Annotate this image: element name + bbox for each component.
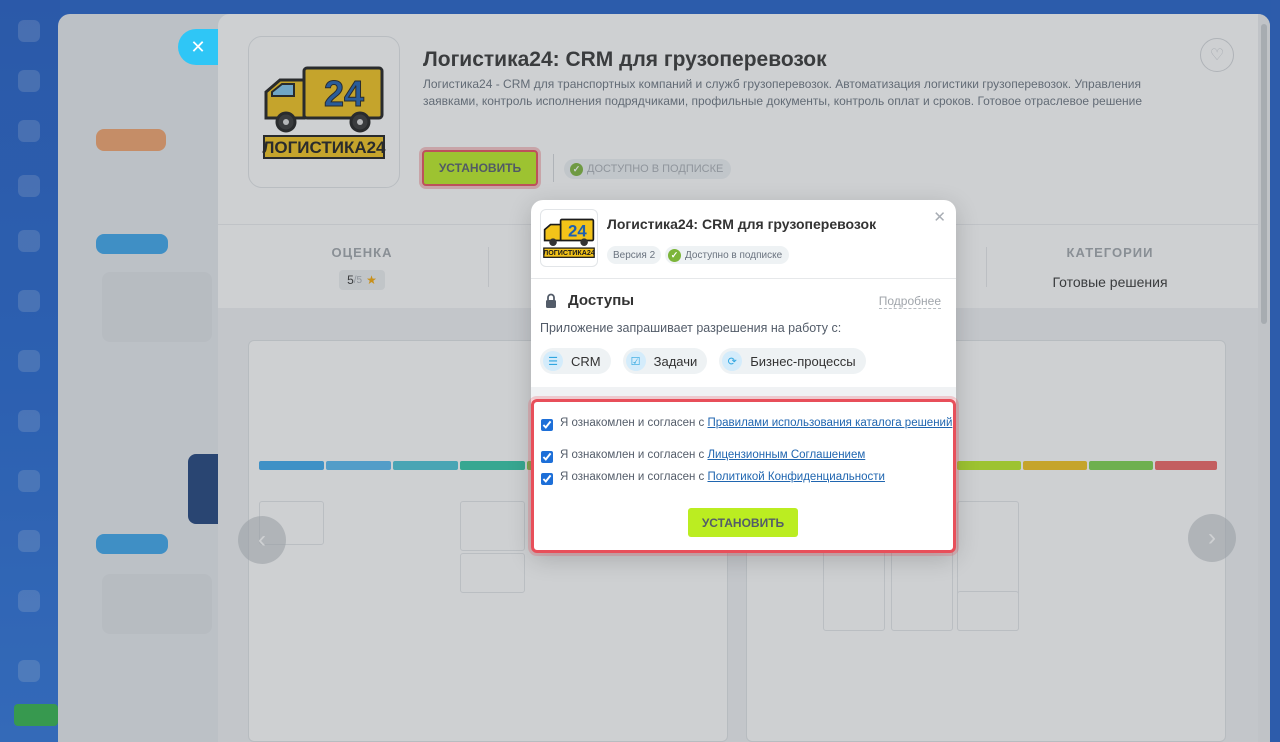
subscription-label: Доступно в подписке [685, 249, 783, 261]
install-button-top[interactable]: УСТАНОВИТЬ [422, 150, 538, 186]
menu-icon[interactable] [18, 470, 40, 492]
close-icon[interactable]: ✕ [933, 208, 946, 226]
menu-icon[interactable] [18, 590, 40, 612]
agreement-checkbox[interactable] [541, 451, 553, 463]
install-button[interactable]: УСТАНОВИТЬ [688, 508, 798, 537]
agreement-text: Я ознакомлен и согласен с Правилами испо… [560, 417, 953, 429]
tasks-check-icon: ☑ [625, 351, 646, 371]
agreement-checkbox[interactable] [541, 419, 553, 431]
menu-icon[interactable] [18, 70, 40, 92]
divider [488, 247, 489, 287]
menu-icon[interactable] [18, 290, 40, 312]
svg-text:ЛОГИСТИКА24: ЛОГИСТИКА24 [262, 138, 386, 157]
portal-left-menu [0, 0, 60, 742]
menu-icon[interactable] [18, 410, 40, 432]
agreements-section: Я ознакомлен и согласен с Правилами испо… [531, 399, 956, 553]
menu-icon[interactable] [18, 175, 40, 197]
license-agreement-link[interactable]: Лицензионным Соглашением [707, 449, 865, 461]
divider [986, 247, 987, 287]
star-icon: ★ [366, 273, 377, 287]
app-header-card: 24 ЛОГИСТИКА24 Логистика24: CRM для груз… [218, 14, 1258, 224]
gallery-next-icon[interactable]: › [1188, 514, 1236, 562]
rating-max: /5 [353, 274, 363, 286]
app-description: Логистика24 - CRM для транспортных компа… [423, 77, 1143, 108]
subscription-badge: ✓ ДОСТУПНО В ПОДПИСКЕ [564, 159, 732, 179]
catalog-rules-link[interactable]: Правилами использования каталога решений [707, 417, 952, 429]
scrollbar-thumb[interactable] [1261, 24, 1267, 324]
lock-icon [546, 293, 556, 308]
svg-text:ЛОГИСТИКА24: ЛОГИСТИКА24 [543, 249, 595, 257]
truck-logo-icon: 24 ЛОГИСТИКА24 [262, 66, 386, 159]
bizproc-cycle-icon: ⟳ [722, 351, 743, 371]
agreement-catalog-rules[interactable]: Я ознакомлен и согласен с Правилами испо… [541, 417, 953, 431]
svg-text:24: 24 [324, 73, 364, 114]
rating-badge: 5/5 ★ [339, 270, 385, 290]
agreement-text: Я ознакомлен и согласен с Политикой Конф… [560, 471, 885, 483]
market-background [58, 14, 238, 742]
status-widget[interactable] [14, 704, 58, 726]
scope-bizproc: ⟳ Бизнес-процессы [719, 348, 866, 374]
dialog-title: Логистика24: CRM для грузоперевозок [607, 216, 877, 232]
subscription-label: ДОСТУПНО В ПОДПИСКЕ [587, 163, 724, 175]
install-dialog: ✕ 24 ЛОГИСТИКА24 Логистика24: CRM для гр… [531, 200, 956, 553]
agreement-license[interactable]: Я ознакомлен и согласен с Лицензионным С… [541, 449, 866, 463]
gallery-prev-icon[interactable]: ‹ [238, 516, 286, 564]
more-link[interactable]: Подробнее [878, 294, 941, 309]
version-badge: Версия 2 [607, 246, 662, 264]
menu-icon[interactable] [18, 230, 40, 252]
crm-filter-icon: ☰ [543, 351, 563, 371]
subscription-badge: ✓ Доступно в подписке [665, 246, 790, 264]
categories-title: КАТЕГОРИИ [1066, 245, 1154, 260]
app-title: Логистика24: CRM для грузоперевозок [423, 48, 827, 71]
scope-label: Задачи [653, 353, 698, 369]
rating-stat: ОЦЕНКА 5/5 ★ [302, 245, 422, 290]
scope-crm: ☰ CRM [540, 348, 611, 374]
access-title: Доступы [568, 292, 635, 309]
divider [531, 278, 956, 279]
rating-title: ОЦЕНКА [331, 245, 393, 260]
scope-list: ☰ CRM ☑ Задачи ⟳ Бизнес-процессы [540, 348, 866, 374]
categories-value[interactable]: Готовые решения [1030, 274, 1190, 290]
menu-icon[interactable] [18, 530, 40, 552]
privacy-policy-link[interactable]: Политикой Конфиденциальности [707, 471, 885, 483]
panel-scrollbar[interactable] [1258, 14, 1270, 742]
permissions-request-text: Приложение запрашивает разрешения на раб… [540, 321, 842, 335]
close-slider-icon[interactable]: ✕ [178, 29, 218, 65]
scope-tasks: ☑ Задачи [622, 348, 708, 374]
menu-icon[interactable] [18, 350, 40, 372]
check-circle-icon: ✓ [570, 162, 583, 176]
divider [553, 154, 554, 182]
section-gap [531, 387, 956, 399]
menu-icon[interactable] [18, 120, 40, 142]
agreement-text: Я ознакомлен и согласен с Лицензионным С… [560, 449, 866, 461]
svg-text:24: 24 [568, 221, 587, 240]
menu-icon[interactable] [18, 20, 40, 42]
dialog-app-logo: 24 ЛОГИСТИКА24 [540, 209, 598, 267]
truck-logo-icon: 24 ЛОГИСТИКА24 [543, 218, 595, 258]
scope-label: Бизнес-процессы [750, 353, 856, 369]
scope-label: CRM [571, 353, 601, 369]
agreement-privacy[interactable]: Я ознакомлен и согласен с Политикой Конф… [541, 471, 885, 485]
menu-icon[interactable] [18, 660, 40, 682]
agreement-checkbox[interactable] [541, 473, 553, 485]
app-logo: 24 ЛОГИСТИКА24 [248, 36, 400, 188]
check-circle-icon: ✓ [668, 248, 681, 262]
categories-stat: КАТЕГОРИИ Готовые решения [1030, 245, 1190, 290]
rating-value: 5 [347, 273, 354, 287]
favorite-heart-icon[interactable]: ♡ [1200, 38, 1234, 72]
